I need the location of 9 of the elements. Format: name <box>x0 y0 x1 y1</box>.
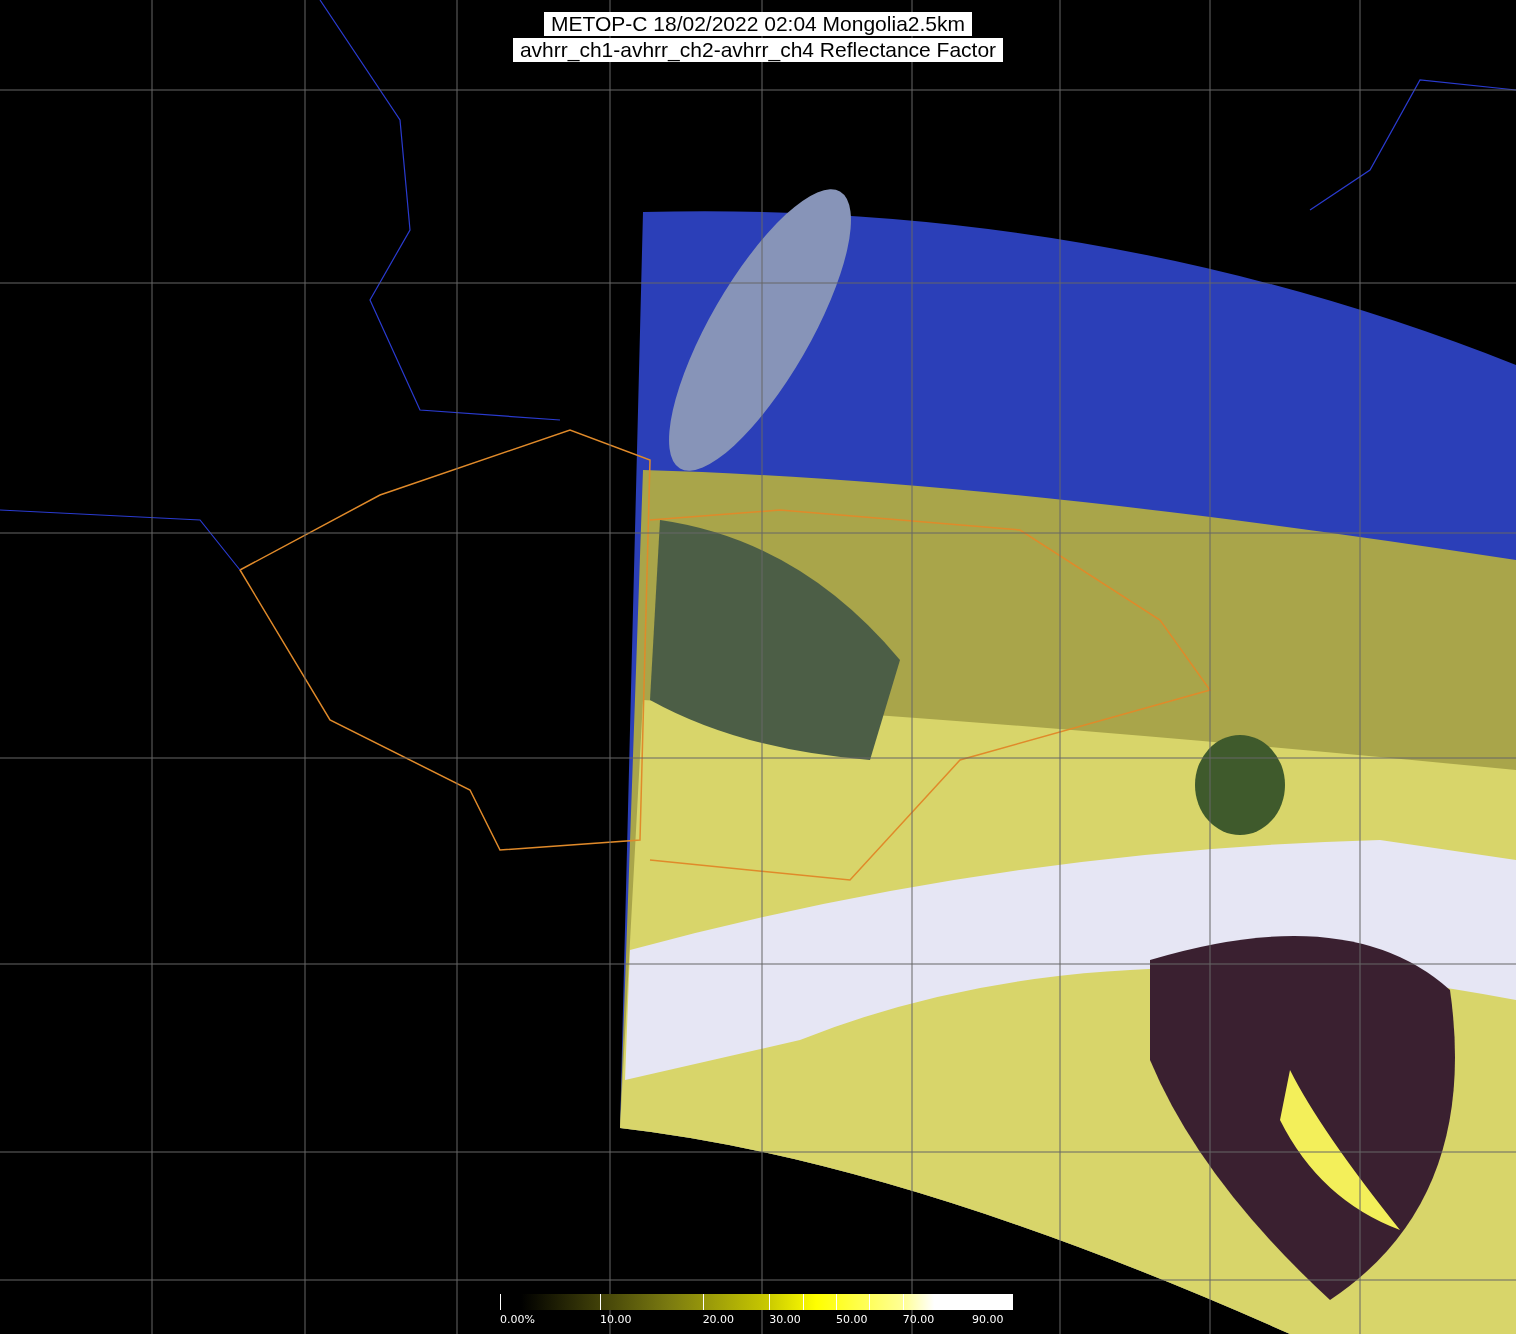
scale-label: 70.00 <box>902 1313 935 1327</box>
scale-label: 10.00 <box>600 1313 632 1327</box>
scale-label: 50.00 <box>836 1313 868 1327</box>
map-title: avhrr_ch1-avhrr_ch2-avhrr_ch4 Reflectance Factor <box>512 38 1004 62</box>
scale-label: 30.00 <box>769 1313 801 1327</box>
map-title: METOP-C 18/02/2022 02:04 Mongolia2.5km <box>544 12 972 36</box>
scale-label: 20.00 <box>702 1313 735 1327</box>
scale-label: 0.00% <box>500 1313 535 1327</box>
scale-label: 90.00 <box>971 1313 1004 1327</box>
